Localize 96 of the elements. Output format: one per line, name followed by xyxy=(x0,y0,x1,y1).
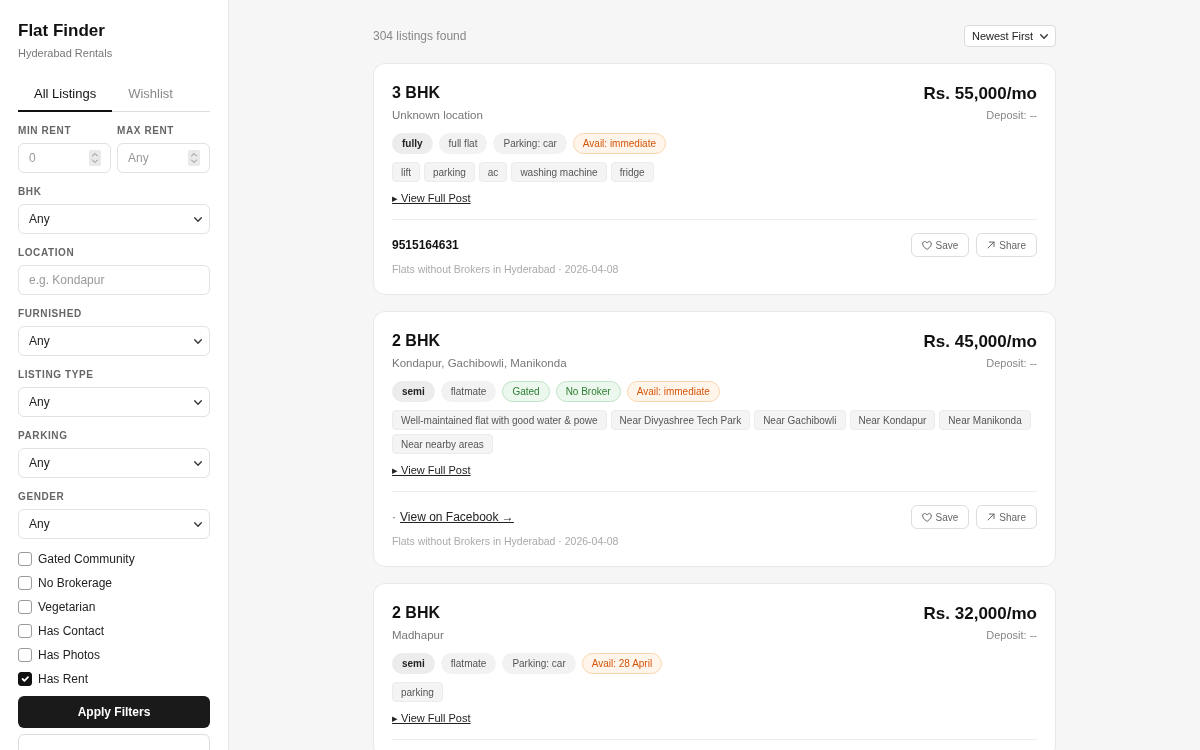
arrow-icon xyxy=(987,241,996,249)
chevron-icon xyxy=(194,521,202,527)
amenity-tag: lift xyxy=(392,162,420,182)
amenity-tag: Near Kondapur xyxy=(849,410,936,430)
checkbox-label: Has Contact xyxy=(38,623,105,639)
amenity-tag: Near nearby areas xyxy=(392,434,493,454)
listing-location: Kondapur, Gachibowli, Manikonda xyxy=(392,356,567,371)
apply-button[interactable]: Apply Filters xyxy=(18,696,210,728)
feature-pill: semi xyxy=(392,653,435,674)
field-label: PARKING xyxy=(18,430,69,442)
feature-pill: Parking: car xyxy=(493,133,567,154)
amenity-tag: Well-maintained flat with good water & powe xyxy=(392,410,607,430)
text-field[interactable]: e.g. Kondapur xyxy=(18,265,210,295)
field-label: LOCATION xyxy=(18,247,76,259)
listing-title: 3 BHK xyxy=(392,83,441,103)
field-label: MAX RENT xyxy=(117,125,176,137)
sort-select[interactable]: Newest First xyxy=(964,25,1056,47)
dropdown-select[interactable]: Any xyxy=(18,326,210,356)
save-button[interactable]: Save xyxy=(910,233,970,257)
listing-price: Rs. 55,000/mo xyxy=(923,83,1037,105)
checkbox[interactable] xyxy=(18,600,32,614)
chevron-icon xyxy=(194,338,202,344)
save-button[interactable]: Save xyxy=(910,505,970,529)
separator-text: · xyxy=(392,509,396,526)
app-title: Flat Finder xyxy=(18,20,106,42)
deposit-text: Deposit: -- xyxy=(985,628,1037,642)
amenity-tag: Near Divyashree Tech Park xyxy=(610,410,751,430)
chevron-icon xyxy=(194,216,202,222)
chevron-icon xyxy=(194,399,202,405)
feature-pill: Avail: immediate xyxy=(626,381,720,402)
app-subtitle: Hyderabad Rentals xyxy=(18,46,114,60)
listing-title: 2 BHK xyxy=(392,331,441,351)
chevron-icon xyxy=(1040,33,1048,39)
heart-icon xyxy=(921,240,932,250)
amenity-tag: Near Manikonda xyxy=(939,410,1031,430)
feature-pill: semi xyxy=(392,381,435,402)
dropdown-select[interactable]: Any xyxy=(18,448,210,478)
deposit-text: Deposit: -- xyxy=(985,108,1037,122)
deposit-text: Deposit: -- xyxy=(985,356,1037,370)
feature-pill: Avail: 28 April xyxy=(581,653,663,674)
arrow-icon xyxy=(987,513,996,521)
amenity-tag: parking xyxy=(392,682,443,702)
phone-number: 9515164631 xyxy=(392,237,459,254)
checkbox[interactable] xyxy=(18,624,32,638)
feature-pill: full flat xyxy=(438,133,488,154)
listing-location: Madhapur xyxy=(392,628,444,643)
chevron-icon xyxy=(194,460,202,466)
field-label: LISTING TYPE xyxy=(18,369,95,381)
feature-pill: fully xyxy=(392,133,433,154)
checkbox[interactable] xyxy=(18,576,32,590)
dropdown-select[interactable]: Any xyxy=(18,387,210,417)
spinner-icon xyxy=(89,150,101,166)
facebook-link[interactable]: View on Facebook → xyxy=(400,508,514,526)
dropdown-select[interactable]: Any xyxy=(18,204,210,234)
checkbox[interactable] xyxy=(18,672,32,686)
checkbox-label: No Brokerage xyxy=(38,575,113,591)
view-post-link[interactable]: ▸ View Full Post xyxy=(392,710,471,726)
view-post-link[interactable]: ▸ View Full Post xyxy=(392,190,471,206)
results-count: 304 listings found xyxy=(373,28,467,45)
spinner-icon xyxy=(188,150,200,166)
listing-price: Rs. 32,000/mo xyxy=(923,603,1037,625)
field-label: GENDER xyxy=(18,491,66,503)
amenity-tag: parking xyxy=(424,162,475,182)
feature-pill: flatmate xyxy=(440,381,497,402)
field-label: BHK xyxy=(18,186,43,198)
share-button[interactable]: Share xyxy=(976,233,1037,257)
view-post-link[interactable]: ▸ View Full Post xyxy=(392,462,471,478)
amenity-tag: ac xyxy=(478,162,508,182)
sidebar-tab[interactable]: Wishlist xyxy=(112,78,189,112)
number-field[interactable]: Any xyxy=(117,143,210,173)
source-text: Flats without Brokers in Hyderabad · 2026-04-08 xyxy=(392,262,620,277)
field-label: MIN RENT xyxy=(18,125,73,137)
number-field[interactable]: 0 xyxy=(18,143,111,173)
checkbox-label: Gated Community xyxy=(38,551,135,567)
checkbox[interactable] xyxy=(18,552,32,566)
checkbox[interactable] xyxy=(18,648,32,662)
amenity-tag: fridge xyxy=(610,162,654,182)
checkbox-label: Vegetarian xyxy=(38,599,96,615)
dropdown-select[interactable]: Any xyxy=(18,509,210,539)
field-label: FURNISHED xyxy=(18,308,83,320)
sidebar-tab[interactable]: All Listings xyxy=(18,78,113,112)
source-text: Flats without Brokers in Hyderabad · 2026-04-08 xyxy=(392,534,620,549)
amenity-tag: washing machine xyxy=(511,162,607,182)
listing-location: Unknown location xyxy=(392,108,483,123)
feature-pill: Avail: immediate xyxy=(572,133,666,154)
share-button[interactable]: Share xyxy=(976,505,1037,529)
listing-price: Rs. 45,000/mo xyxy=(923,331,1037,353)
checkbox-label: Has Photos xyxy=(38,647,101,663)
checkbox-label: Has Rent xyxy=(38,671,89,687)
amenity-tag: Near Gachibowli xyxy=(754,410,846,430)
listing-title: 2 BHK xyxy=(392,603,441,623)
feature-pill: No Broker xyxy=(555,381,621,402)
feature-pill: Parking: car xyxy=(502,653,576,674)
feature-pill: Gated xyxy=(502,381,550,402)
feature-pill: flatmate xyxy=(440,653,497,674)
heart-icon xyxy=(921,512,932,522)
